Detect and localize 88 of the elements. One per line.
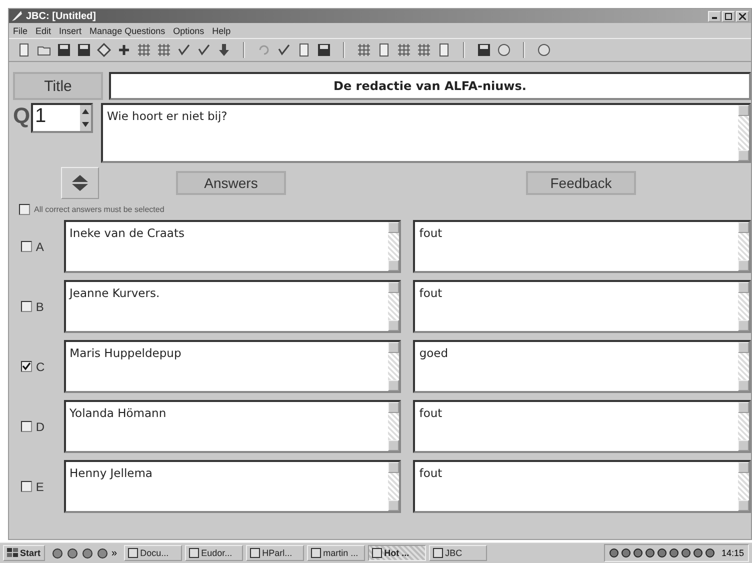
feather-icon [11,10,23,22]
close-button[interactable] [736,10,749,22]
grid-icon[interactable] [417,43,431,57]
taskbar-button[interactable]: JBC [429,545,488,561]
checkbox-label: All correct answers must be selected [34,204,164,214]
taskbar-button[interactable]: Eudor... [185,545,244,561]
save-icon[interactable] [57,43,71,57]
scrollbar[interactable] [738,342,749,391]
maximize-icon [725,12,732,20]
feedback-field[interactable]: fout [413,460,751,513]
new-file-icon[interactable] [17,43,31,57]
scrollbar[interactable] [388,282,400,331]
scrollbar[interactable] [388,222,400,271]
menu-item[interactable]: Help [212,26,231,36]
scrollbar[interactable] [738,282,749,331]
menu-item[interactable]: File [13,26,28,36]
taskbar-button[interactable]: martin ... [307,545,366,561]
grid-icon[interactable] [157,43,171,57]
quick-launch-icon[interactable] [82,548,93,558]
answer-field[interactable]: Yolanda Hömann [64,400,402,453]
feedback-field[interactable]: fout [413,280,751,333]
tray-icon[interactable] [621,548,632,558]
feedback-field[interactable]: fout [413,400,751,453]
correct-checkbox[interactable] [21,481,32,492]
window-title: JBC: [Untitled] [26,10,97,22]
answer-letter: C [35,360,46,374]
taskbar-button[interactable]: HParl... [246,545,304,561]
down-arrow-icon[interactable] [217,43,231,57]
grid-icon[interactable] [357,43,371,57]
tray-icon[interactable] [633,548,644,558]
scrollbar[interactable] [738,222,749,271]
correct-checkbox[interactable] [21,361,32,372]
menu-item[interactable]: Options [173,26,204,36]
quick-launch-icon[interactable] [66,548,78,558]
move-up-down-button[interactable] [61,167,99,199]
scrollbar[interactable] [738,402,749,451]
title-field[interactable]: De redactie van ALFA-niuws. [109,72,751,100]
title-label: Title [13,72,103,100]
tray-icon[interactable] [693,548,704,558]
feedback-field[interactable]: fout [413,220,751,273]
answer-field[interactable]: Maris Huppeldepup [64,340,402,393]
answer-letter: D [34,420,46,434]
correct-checkbox[interactable] [21,301,32,312]
scrollbar[interactable] [388,402,400,451]
question-label: Q [13,103,31,129]
taskbar-button[interactable]: Docu... [124,545,182,561]
maximize-button[interactable] [722,10,735,22]
checkmark-icon[interactable] [177,43,191,57]
grid-icon[interactable] [137,43,151,57]
answer-field[interactable]: Henny Jellema [64,460,402,513]
scrollbar[interactable] [388,462,400,511]
tray-icon[interactable] [669,548,680,558]
checkmark-icon[interactable] [197,43,211,57]
answer-field[interactable]: Jeanne Kurvers. [64,280,402,333]
menu-item[interactable]: Manage Questions [90,26,166,36]
feedback-button[interactable]: Feedback [526,171,636,195]
menu-item[interactable]: Insert [59,26,82,36]
tray-icon[interactable] [609,548,620,558]
correct-checkbox[interactable] [21,241,32,252]
answer-letter: E [34,480,45,494]
answer-letter: B [34,300,45,314]
close-icon [739,12,746,20]
grid-icon[interactable] [397,43,411,57]
start-button[interactable]: Start [3,545,45,561]
save-as-icon[interactable] [77,43,91,57]
quick-launch-icon[interactable] [52,548,63,558]
scrollbar[interactable] [388,342,400,391]
minimize-button[interactable] [708,10,721,22]
answer-letter: A [34,240,45,254]
answer-field[interactable]: Ineke van de Craats [64,220,402,273]
feedback-field[interactable]: goed [413,340,751,393]
tray-icon[interactable] [705,548,716,558]
windows-logo-icon [7,548,18,558]
taskbar-button[interactable]: Hot ... [368,545,426,561]
tray-icon[interactable] [657,548,668,558]
scrollbar[interactable] [738,462,749,511]
plus-icon[interactable] [117,43,131,57]
answers-button[interactable]: Answers [176,171,286,195]
overflow-chevron[interactable]: » [112,548,118,558]
question-number-spinner[interactable]: 1 [31,103,93,133]
quick-launch-icon[interactable] [96,548,108,558]
tray-icon[interactable] [681,548,692,558]
checkbox[interactable] [19,204,30,214]
question-field[interactable]: Wie hoort er niet bij? [101,103,751,163]
correct-checkbox[interactable] [21,421,32,432]
scrollbar[interactable] [738,105,749,161]
menu-item[interactable]: Edit [36,26,52,36]
clock: 14:15 [721,548,744,558]
